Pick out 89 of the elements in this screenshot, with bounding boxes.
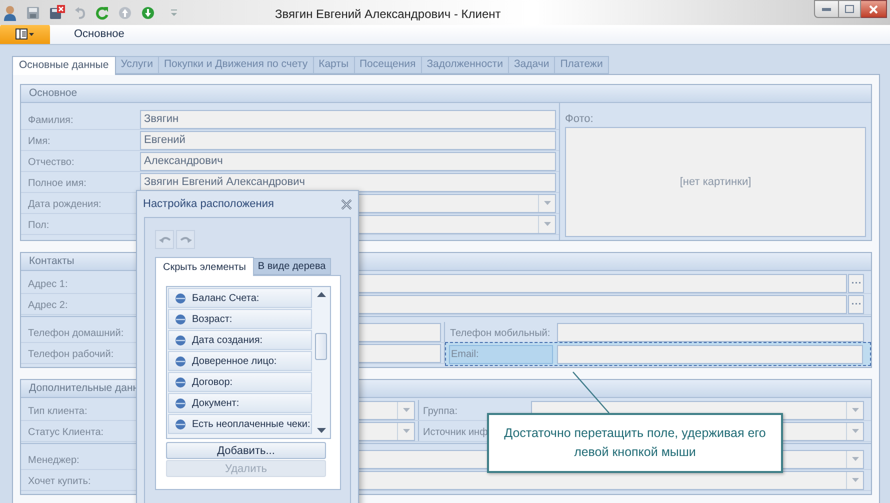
photo-placeholder: [нет картинки]	[680, 174, 752, 190]
list-item[interactable]: Доверенное лицо:	[168, 351, 312, 371]
field-label: Менеджер:	[28, 455, 80, 466]
photo-box[interactable]: [нет картинки]	[565, 127, 866, 237]
bullet-icon	[175, 376, 186, 388]
caret-icon	[544, 222, 550, 226]
list-item[interactable]: Дата создания:	[168, 330, 312, 350]
up-icon[interactable]	[118, 6, 132, 20]
tab[interactable]: Задачи	[508, 56, 556, 74]
field-label: Адрес 2:	[28, 300, 68, 311]
caret-icon	[852, 457, 858, 461]
undo-icon	[158, 235, 170, 244]
input-field[interactable]: Звягин Евгений Александрович	[140, 172, 556, 192]
field-label: Имя:	[28, 136, 50, 147]
caret-icon	[402, 408, 410, 412]
field-label: Хочет купить:	[28, 476, 91, 487]
user-icon[interactable]	[3, 4, 17, 20]
close-icon	[869, 4, 878, 14]
bullet-icon	[175, 356, 186, 366]
customize-icon[interactable]	[170, 8, 178, 17]
list-item[interactable]: Документ:	[168, 393, 312, 413]
maximize-icon	[845, 5, 854, 13]
refresh-icon[interactable]	[95, 6, 109, 20]
bullet-icon	[175, 398, 186, 408]
browse-button[interactable]	[848, 274, 864, 292]
field-label: Дата рождения:	[28, 199, 102, 210]
tab[interactable]: Покупки и Движения по счету	[158, 56, 314, 74]
close-icon[interactable]	[341, 198, 352, 210]
hint-tooltip: Достаточно перетащить поле, удерживая его левой кнопкой мыши	[487, 413, 783, 473]
save-icon[interactable]	[26, 6, 40, 20]
field-label: Отчество:	[28, 157, 74, 168]
tab[interactable]: Посещения	[354, 56, 422, 74]
tab[interactable]: Скрыть элементы	[155, 257, 254, 276]
field-label: Статус Клиента:	[28, 427, 104, 438]
list-item[interactable]: Есть неоплаченные чеки:	[168, 414, 312, 434]
field-label: Полное имя:	[28, 178, 86, 189]
caret-icon	[544, 201, 550, 205]
caret-icon	[402, 429, 410, 433]
input-field[interactable]	[557, 344, 863, 364]
window-title: Звягин Евгений Александрович - Клиент	[275, 6, 501, 23]
field-label: Телефон домашний:	[28, 328, 124, 339]
down-icon[interactable]	[141, 6, 155, 20]
redo-icon	[180, 235, 192, 244]
bullet-icon	[175, 292, 186, 304]
application-menu-button[interactable]	[0, 24, 50, 44]
minimize-button[interactable]	[814, 0, 839, 18]
field-label: Группа:	[423, 406, 458, 417]
field-label: Телефон мобильный:	[450, 328, 550, 339]
list-item[interactable]: Возраст:	[168, 309, 312, 329]
tab[interactable]: Платежи	[555, 56, 609, 74]
close-button[interactable]	[861, 0, 887, 18]
section-title: Контакты	[29, 254, 74, 269]
leader-line	[572, 371, 610, 414]
input-field[interactable]	[557, 322, 864, 342]
field-label: Адрес 1:	[28, 279, 68, 290]
save-close-icon[interactable]	[49, 5, 65, 20]
tab[interactable]: Задолженности	[422, 56, 509, 74]
minimize-icon	[822, 8, 831, 10]
field-label: Пол:	[28, 220, 50, 231]
ribbon-tab[interactable]: Основное	[64, 24, 134, 44]
tab[interactable]: Карты	[314, 56, 354, 74]
photo-label: Фото:	[565, 112, 594, 127]
browse-button[interactable]	[848, 294, 864, 314]
field-label: Телефон рабочий:	[28, 349, 114, 360]
input-field[interactable]: Евгений	[140, 130, 556, 150]
field-label: Тип клиента:	[28, 406, 88, 417]
dialog-button[interactable]: Добавить...	[166, 442, 326, 459]
caret-icon	[852, 408, 858, 412]
bullet-icon	[175, 334, 186, 346]
caret-icon	[852, 478, 858, 482]
field-label: Email:	[449, 344, 553, 364]
field-label: Источник инф	[423, 427, 488, 438]
input-field[interactable]: Александрович	[140, 152, 556, 170]
list-item[interactable]: Договор:	[168, 372, 312, 392]
bullet-icon	[175, 418, 186, 430]
scroll-down-icon[interactable]	[317, 428, 326, 433]
tab[interactable]: В виде дерева	[254, 258, 331, 275]
input-field[interactable]: Звягин	[140, 110, 556, 128]
scroll-thumb[interactable]	[315, 333, 328, 360]
tab[interactable]: Услуги	[116, 56, 159, 74]
dialog-title: Настройка расположения	[143, 196, 274, 212]
caret-icon	[852, 429, 858, 433]
section-title: Основное	[29, 86, 78, 101]
field-label: Фамилия:	[28, 115, 74, 126]
layout-icon	[15, 28, 35, 40]
tab[interactable]: Основные данные	[12, 56, 116, 75]
bullet-icon	[175, 314, 186, 324]
maximize-button[interactable]	[839, 0, 861, 18]
list-item[interactable]: Баланс Счета:	[168, 288, 312, 308]
